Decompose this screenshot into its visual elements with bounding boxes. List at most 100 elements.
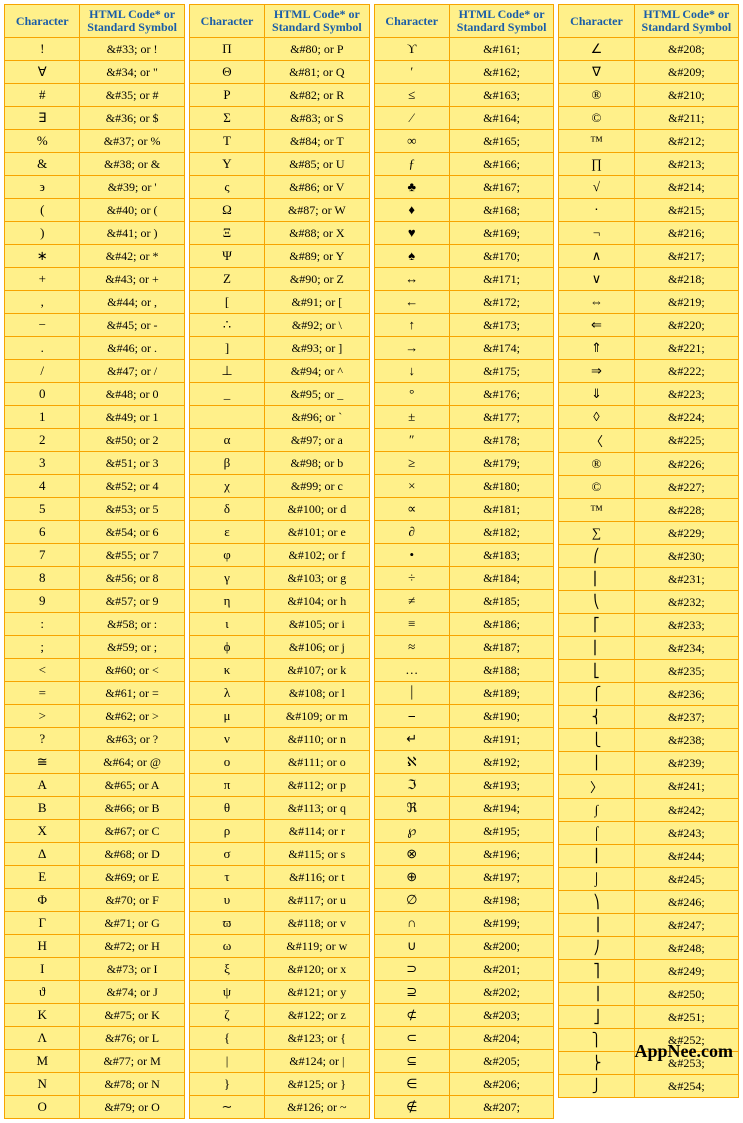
cell-character: ⎞ <box>559 891 634 914</box>
cell-code: &#108; or l <box>265 682 369 705</box>
table-row: ∩&#199; <box>374 912 554 935</box>
table-row: ω&#119; or w <box>189 935 369 958</box>
cell-character: ⎢ <box>559 637 634 660</box>
cell-code: &#206; <box>449 1073 553 1096</box>
table-row: √&#214; <box>559 176 739 199</box>
table-row: ⋅&#215; <box>559 199 739 222</box>
cell-code: &#191; <box>449 728 553 751</box>
cell-code: &#57; or 9 <box>80 590 184 613</box>
cell-code: &#216; <box>634 222 738 245</box>
cell-character: ± <box>374 406 449 429</box>
cell-code: &#46; or . <box>80 337 184 360</box>
cell-code: &#231; <box>634 568 738 591</box>
table-row: ⁄&#164; <box>374 107 554 130</box>
table-row: ⇒&#222; <box>559 360 739 383</box>
cell-character: < <box>5 659 80 682</box>
cell-code: &#107; or k <box>265 659 369 682</box>
table-row: ♠&#170; <box>374 245 554 268</box>
cell-character: ⇒ <box>559 360 634 383</box>
cell-character: ∃ <box>5 107 80 130</box>
table-row: Δ&#68; or D <box>5 843 185 866</box>
cell-character: γ <box>189 567 264 590</box>
table-4: CharacterHTML Code* or Standard Symbol∠&… <box>558 4 739 1098</box>
table-row: φ&#102; or f <box>189 544 369 567</box>
cell-code: &#115; or s <box>265 843 369 866</box>
cell-character: ≡ <box>374 613 449 636</box>
table-row: ζ&#122; or z <box>189 1004 369 1027</box>
table-row: ν&#110; or n <box>189 728 369 751</box>
cell-character: ∴ <box>189 314 264 337</box>
table-row: ⇓&#223; <box>559 383 739 406</box>
cell-character: ⎛ <box>559 545 634 568</box>
cell-character: Α <box>5 774 80 797</box>
cell-character: υ <box>189 889 264 912</box>
cell-code: &#35; or # <box>80 84 184 107</box>
cell-code: &#184; <box>449 567 553 590</box>
cell-code: &#223; <box>634 383 738 406</box>
table-row: θ&#113; or q <box>189 797 369 820</box>
cell-character: ⎝ <box>559 591 634 614</box>
table-row: [&#91; or [ <box>189 291 369 314</box>
table-row: /&#47; or / <box>5 360 185 383</box>
table-row: !&#33; or ! <box>5 38 185 61</box>
cell-character: φ <box>189 544 264 567</box>
cell-character: 6 <box>5 521 80 544</box>
cell-character: ϶ <box>5 176 80 199</box>
cell-character: ⎡ <box>559 614 634 637</box>
cell-character: ∝ <box>374 498 449 521</box>
table-row: ¬&#216; <box>559 222 739 245</box>
table-row: •&#183; <box>374 544 554 567</box>
cell-code: &#95; or _ <box>265 383 369 406</box>
cell-character: Μ <box>5 1050 80 1073</box>
cell-character: ≠ <box>374 590 449 613</box>
table-row: Μ&#77; or M <box>5 1050 185 1073</box>
cell-character: μ <box>189 705 264 728</box>
cell-code: &#208; <box>634 38 738 61</box>
cell-code: &#205; <box>449 1050 553 1073</box>
cell-character: ∏ <box>559 153 634 176</box>
cell-code: &#210; <box>634 84 738 107</box>
table-row: ?&#63; or ? <box>5 728 185 751</box>
cell-character: _ <box>189 383 264 406</box>
cell-code: &#207; <box>449 1096 553 1119</box>
table-row: ⎦&#251; <box>559 1006 739 1029</box>
cell-code: &#120; or x <box>265 958 369 981</box>
cell-character: Ζ <box>189 268 264 291</box>
table-row: κ&#107; or k <box>189 659 369 682</box>
cell-character: Β <box>5 797 80 820</box>
table-row: ⇐&#220; <box>559 314 739 337</box>
table-row: Φ&#70; or F <box>5 889 185 912</box>
table-row: ⎧&#236; <box>559 683 739 706</box>
table-container: CharacterHTML Code* or Standard Symbol!&… <box>4 4 739 1119</box>
table-row: }&#125; or } <box>189 1073 369 1096</box>
table-row: ∉&#207; <box>374 1096 554 1119</box>
cell-code: &#235; <box>634 660 738 683</box>
cell-code: &#196; <box>449 843 553 866</box>
table-row: Ρ&#82; or R <box>189 84 369 107</box>
table-row: ⎛&#230; <box>559 545 739 568</box>
table-row: ς&#86; or V <box>189 176 369 199</box>
table-row: δ&#100; or d <box>189 498 369 521</box>
cell-character: Ω <box>189 199 264 222</box>
cell-character: ⎩ <box>559 729 634 752</box>
cell-code: &#165; <box>449 130 553 153</box>
cell-code: &#241; <box>634 775 738 799</box>
cell-code: &#45; or - <box>80 314 184 337</box>
cell-character: ⏐ <box>374 682 449 705</box>
table-row: Ι&#73; or I <box>5 958 185 981</box>
cell-code: &#180; <box>449 475 553 498</box>
table-row: +&#43; or + <box>5 268 185 291</box>
cell-code: &#234; <box>634 637 738 660</box>
table-row: ÷&#184; <box>374 567 554 590</box>
cell-character: ⊕ <box>374 866 449 889</box>
cell-code: &#201; <box>449 958 553 981</box>
watermark: AppNee.com <box>635 1041 733 1062</box>
cell-code: &#72; or H <box>80 935 184 958</box>
cell-character: ↑ <box>374 314 449 337</box>
cell-code: &#39; or ' <box>80 176 184 199</box>
cell-code: &#198; <box>449 889 553 912</box>
cell-character: ™ <box>559 499 634 522</box>
table-row: ◊&#224; <box>559 406 739 429</box>
cell-character: 8 <box>5 567 80 590</box>
table-row: ∏&#213; <box>559 153 739 176</box>
